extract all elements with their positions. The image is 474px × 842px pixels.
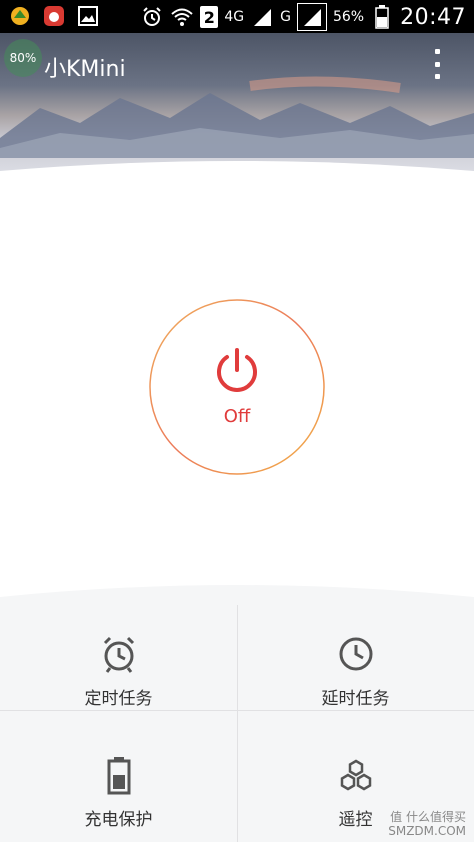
battery-percent: 56% bbox=[332, 9, 365, 25]
power-icon bbox=[217, 348, 257, 392]
feature-label: 遥控 bbox=[338, 810, 373, 830]
signal-icon bbox=[250, 5, 274, 29]
battery-status-icon bbox=[370, 5, 394, 29]
watermark-line1: 值 什么值得买 bbox=[390, 810, 466, 824]
header-curve bbox=[0, 161, 474, 183]
power-button[interactable]: Off bbox=[148, 298, 326, 476]
alarm-clock-icon bbox=[103, 636, 134, 673]
feature-label: 定时任务 bbox=[84, 689, 153, 709]
watermark: 值 什么值得买 SMZDM.COM bbox=[388, 810, 466, 838]
clock-icon bbox=[339, 637, 372, 671]
clock-time: 20:47 bbox=[400, 4, 466, 30]
feature-delay-task[interactable]: 延时任务 bbox=[237, 590, 474, 710]
feature-scheduled-task[interactable]: 定时任务 bbox=[0, 590, 237, 710]
alarm-icon bbox=[140, 5, 164, 29]
percent-badge-text: 80% bbox=[9, 51, 37, 65]
notification-app-icon bbox=[8, 4, 32, 28]
status-bar: 2 4G G 56% 20:47 bbox=[0, 0, 474, 33]
signal-icon-2 bbox=[296, 3, 327, 31]
gallery-icon bbox=[76, 4, 100, 28]
network-type-g: G bbox=[280, 9, 291, 25]
power-state-label: Off bbox=[223, 406, 251, 427]
honeycomb-icon bbox=[340, 759, 371, 791]
feature-panel: 定时任务 延时任务 充电保护 遥控 值 什么值得买 SMZDM.COM bbox=[0, 575, 474, 842]
sim-badge: 2 bbox=[200, 6, 219, 28]
network-type-4g: 4G bbox=[224, 9, 245, 25]
feature-label: 充电保护 bbox=[84, 810, 153, 830]
battery-icon bbox=[107, 757, 130, 795]
more-menu-icon[interactable] bbox=[430, 49, 444, 79]
notification-red-app-icon bbox=[42, 4, 66, 28]
wifi-icon bbox=[170, 5, 194, 29]
feature-label: 延时任务 bbox=[321, 689, 390, 709]
app-title: 小KMini bbox=[44, 57, 126, 82]
feature-charge-protection[interactable]: 充电保护 bbox=[0, 711, 237, 831]
watermark-line2: SMZDM.COM bbox=[388, 824, 466, 838]
sim-label: 2 bbox=[203, 7, 215, 27]
percent-badge: 80% bbox=[4, 39, 42, 77]
header: 80% 小KMini bbox=[0, 33, 474, 183]
